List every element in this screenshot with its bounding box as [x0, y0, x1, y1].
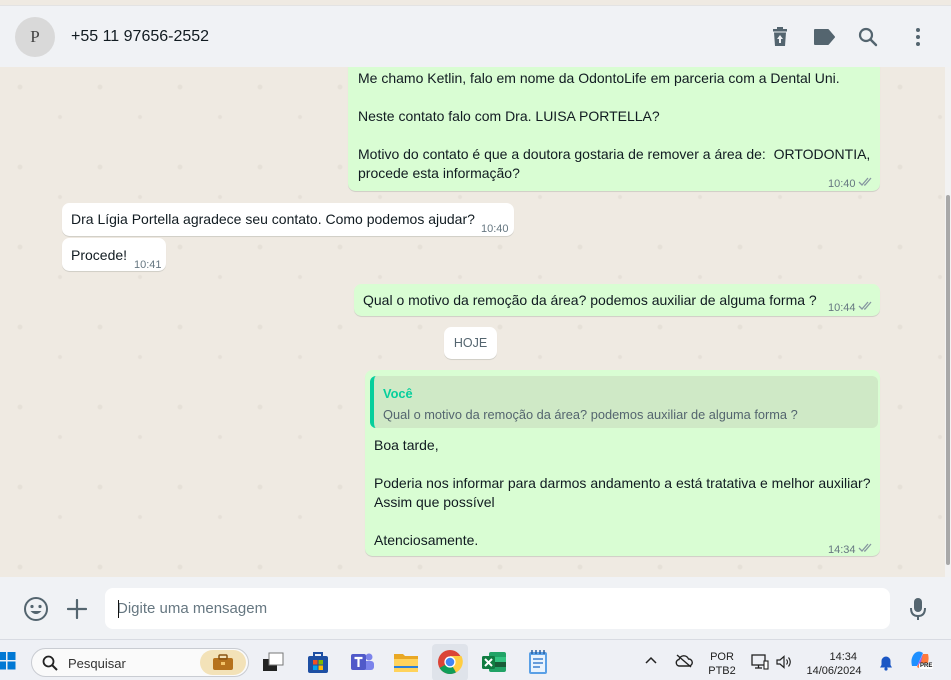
network-icon[interactable]	[751, 654, 769, 670]
message-text: Neste contato falo com Dra. LUISA PORTEL…	[358, 108, 660, 124]
message-text: Poderia nos informar para darmos andamen…	[374, 475, 871, 491]
search-icon	[42, 655, 58, 671]
clock-date: 14/06/2024	[806, 665, 862, 677]
read-ticks-icon	[858, 177, 872, 186]
task-view-icon[interactable]	[259, 648, 287, 676]
contact-name[interactable]: +55 11 97656-2552	[71, 28, 209, 46]
notification-bell-icon[interactable]	[878, 655, 894, 671]
chevron-up-icon[interactable]	[645, 656, 657, 664]
read-ticks-icon	[858, 301, 872, 310]
read-ticks-icon	[858, 543, 872, 552]
attach-plus-icon[interactable]	[64, 596, 90, 622]
clock-time: 14:34	[829, 651, 857, 663]
message-text: Qual o motivo da remoção da área? podemo…	[363, 292, 817, 308]
quote-author: Você	[383, 386, 413, 401]
label-icon[interactable]	[812, 25, 836, 49]
windows-start-icon[interactable]	[0, 652, 16, 670]
chat-area[interactable]: Me chamo Ketlin, falo em nome da OdontoL…	[0, 67, 945, 577]
message-time: 10:44	[828, 302, 856, 314]
message-incoming[interactable]: Procede! 10:41	[62, 238, 166, 271]
notepad-icon[interactable]	[524, 648, 552, 676]
briefcase-icon	[213, 654, 233, 670]
windows-taskbar: Pesquisar POR PTB2 14:34 14/06/2024 PRE	[0, 639, 951, 680]
message-composer	[0, 577, 951, 639]
search-label: Pesquisar	[68, 656, 126, 671]
message-text: Boa tarde,	[374, 437, 439, 453]
scrollbar-thumb[interactable]	[946, 195, 950, 565]
taskbar-search[interactable]: Pesquisar	[31, 648, 249, 677]
message-time: 10:41	[134, 259, 162, 271]
message-text: procede esta informação?	[358, 165, 520, 181]
chat-header: P +55 11 97656-2552	[0, 5, 951, 67]
message-time: 14:34	[828, 544, 856, 556]
message-outgoing-reply[interactable]: Você Qual o motivo da remoção da área? p…	[365, 370, 880, 556]
cloud-offline-icon[interactable]	[675, 654, 693, 668]
excel-icon[interactable]	[480, 648, 508, 676]
microsoft-store-icon[interactable]	[304, 648, 332, 676]
message-input[interactable]	[105, 588, 890, 629]
message-text: Atenciosamente.	[374, 532, 479, 548]
menu-icon[interactable]	[906, 25, 930, 49]
microphone-icon[interactable]	[905, 596, 931, 622]
message-text: Procede!	[71, 247, 128, 263]
search-icon[interactable]	[856, 25, 880, 49]
quote-text: Qual o motivo da remoção da área? podemo…	[383, 407, 798, 422]
avatar[interactable]: P	[15, 17, 55, 57]
clock[interactable]: 14:34 14/06/2024	[803, 650, 865, 678]
message-outgoing[interactable]: Qual o motivo da remoção da área? podemo…	[354, 284, 880, 316]
emoji-icon[interactable]	[23, 596, 49, 622]
message-text: Motivo do contato é que a doutora gostar…	[358, 146, 871, 162]
date-separator: HOJE	[444, 327, 497, 359]
language-code: POR	[710, 651, 734, 663]
chrome-icon[interactable]	[436, 648, 464, 676]
delete-icon[interactable]	[768, 25, 792, 49]
file-explorer-icon[interactable]	[392, 648, 420, 676]
copilot-icon[interactable]: PRE	[909, 650, 935, 674]
teams-icon[interactable]	[348, 648, 376, 676]
message-text: Dra Lígia Portella agradece seu contato.…	[71, 211, 475, 227]
text-caret	[118, 600, 119, 618]
message-time: 10:40	[828, 178, 856, 190]
message-outgoing[interactable]: Me chamo Ketlin, falo em nome da OdontoL…	[348, 67, 880, 191]
copilot-badge: PRE	[919, 663, 934, 669]
language-indicator[interactable]: POR PTB2	[706, 650, 738, 678]
message-text: Assim que possível	[374, 494, 495, 510]
keyboard-layout: PTB2	[708, 665, 736, 677]
message-time: 10:40	[481, 223, 509, 235]
avatar-initial: P	[30, 27, 40, 46]
search-highlight	[200, 650, 246, 675]
message-incoming[interactable]: Dra Lígia Portella agradece seu contato.…	[62, 203, 514, 236]
message-text: Me chamo Ketlin, falo em nome da OdontoL…	[358, 70, 840, 86]
quoted-message[interactable]: Você Qual o motivo da remoção da área? p…	[370, 376, 878, 428]
volume-icon[interactable]	[776, 655, 792, 669]
